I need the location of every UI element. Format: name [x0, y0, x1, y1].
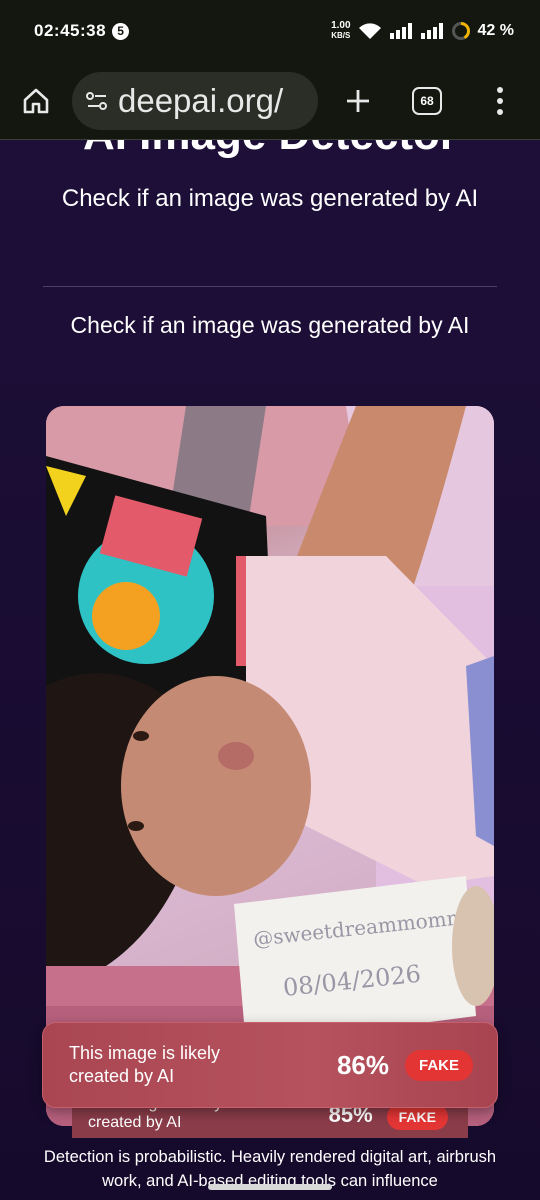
- wifi-icon: [358, 23, 381, 39]
- more-menu-button[interactable]: [490, 81, 510, 121]
- result-card: This image is likely created by AI 86% F…: [42, 1022, 498, 1108]
- signal-icon-2: [420, 23, 443, 39]
- url-text: deepai.org/: [118, 81, 284, 119]
- result-percent: 86%: [336, 1049, 389, 1080]
- notification-count-badge: 5: [112, 22, 130, 40]
- section-subtitle: Check if an image was generated by AI: [70, 312, 470, 338]
- home-icon: [23, 88, 49, 113]
- new-tab-button[interactable]: [340, 83, 376, 119]
- browser-toolbar: deepai.org/ 68: [0, 62, 540, 140]
- signal-icon: [389, 23, 412, 39]
- status-bar: 02:45:38 5 1.00 KB/S 42 %: [0, 0, 540, 62]
- page-subtitle: Check if an image was generated by AI: [61, 185, 479, 212]
- tab-switcher-button[interactable]: 68: [412, 86, 442, 115]
- uploaded-photo: @sweetdreammommy 08/04/2026: [46, 406, 494, 1126]
- network-speed-unit: KB/S: [331, 31, 351, 40]
- page-content: AI Image Detector Check if an image was …: [0, 140, 540, 1200]
- address-bar[interactable]: deepai.org/: [72, 71, 318, 130]
- network-speed-value: 1.00: [331, 20, 351, 31]
- menu-dot: [497, 97, 503, 104]
- battery-percent: 42 %: [477, 22, 514, 39]
- result-text: This image is likely created by AI: [69, 1043, 221, 1086]
- network-speed: 1.00 KB/S: [331, 21, 350, 41]
- plus-icon: [347, 89, 369, 112]
- divider: [43, 286, 497, 287]
- battery-icon: [451, 22, 470, 40]
- page-title: AI Image Detector: [0, 140, 540, 160]
- site-settings-icon[interactable]: [84, 88, 110, 114]
- fake-badge: FAKE: [404, 1049, 473, 1081]
- uploaded-image[interactable]: @sweetdreammommy 08/04/2026: [46, 406, 494, 1126]
- menu-dot: [497, 108, 503, 115]
- status-time: 02:45:38: [34, 21, 107, 40]
- status-icons: 1.00 KB/S 42 %: [331, 21, 514, 41]
- home-button[interactable]: [18, 83, 54, 119]
- menu-dot: [497, 86, 503, 93]
- gesture-home-indicator[interactable]: [208, 1184, 332, 1190]
